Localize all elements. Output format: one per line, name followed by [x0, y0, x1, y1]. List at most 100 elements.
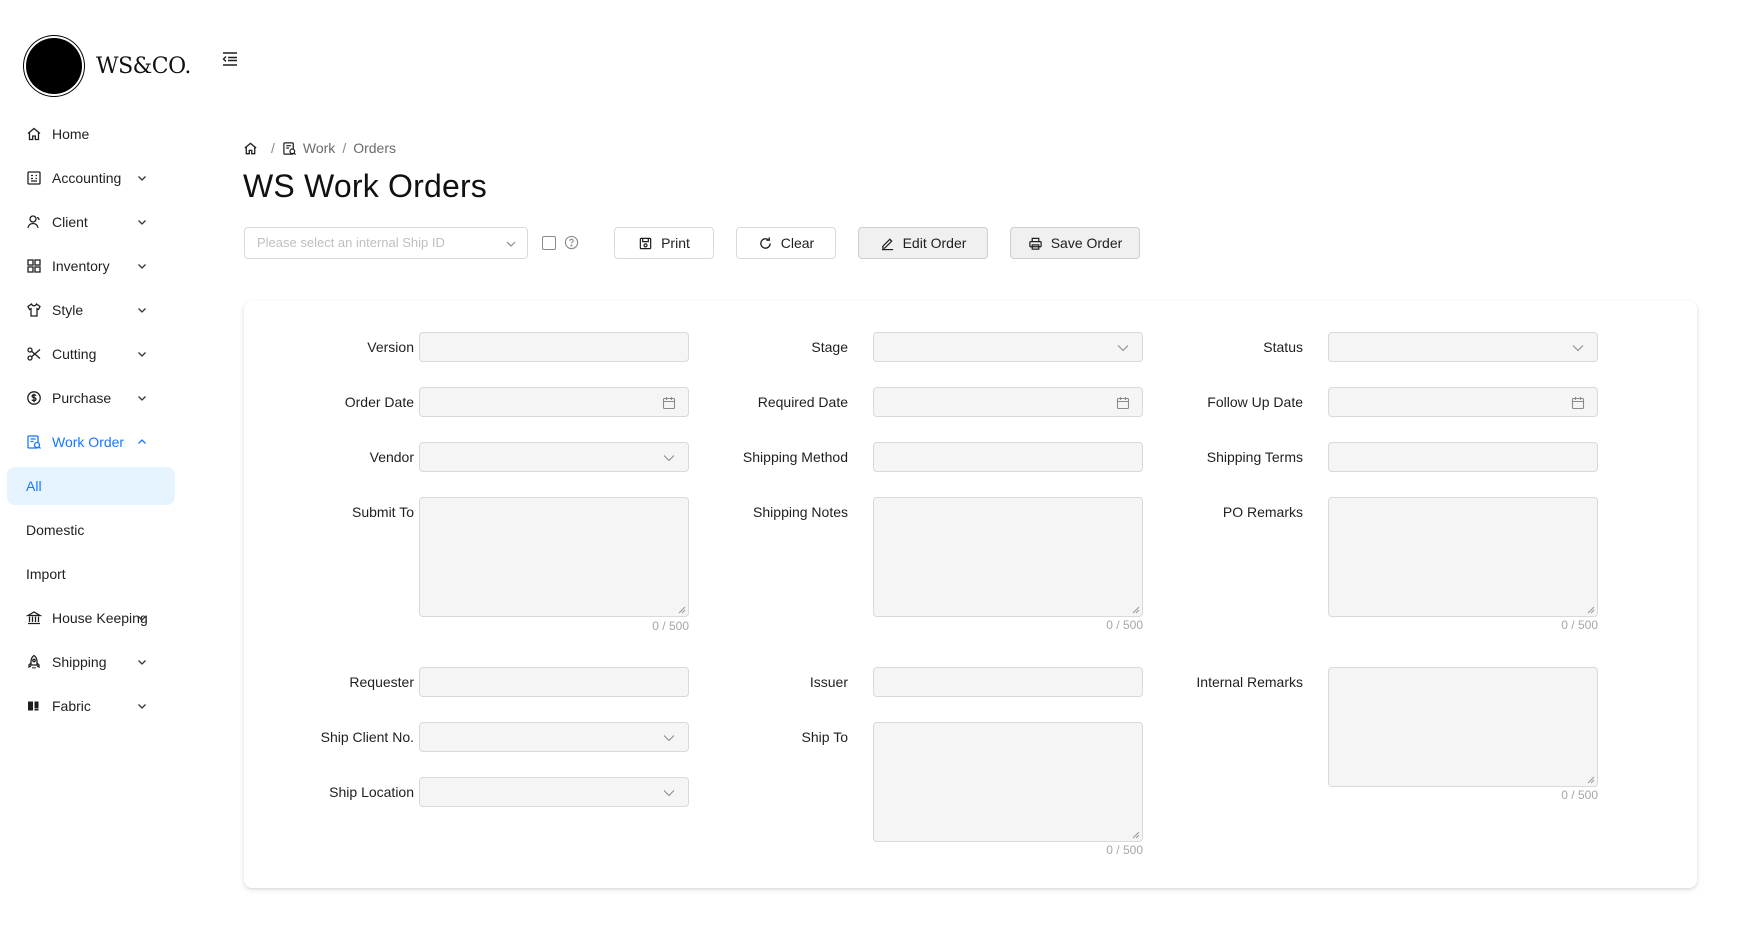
submit-to-counter: 0 / 500	[652, 619, 689, 633]
sidebar-item-label: Client	[52, 214, 88, 230]
sidebar-item-label: Purchase	[52, 390, 112, 406]
sidebar-item-label: House Keeping	[52, 610, 148, 626]
edit-icon	[881, 237, 893, 250]
sidebar-subitem-label: All	[26, 478, 42, 494]
version-label: Version	[367, 339, 414, 355]
sidebar-item-house-keeping[interactable]: House Keeping	[0, 596, 200, 640]
page-title: WS Work Orders	[243, 168, 488, 204]
chevron-down-icon	[1572, 345, 1584, 352]
save-order-button[interactable]: Save Order	[1010, 227, 1140, 259]
chevron-down-icon	[138, 220, 146, 225]
brand-name: WS&CO.	[96, 53, 191, 79]
sidebar-menu: Home Accounting Client Inventory Style C…	[0, 112, 200, 728]
sidebar-subitem-label: Import	[26, 566, 66, 582]
shipping-terms-label: Shipping Terms	[1206, 449, 1303, 465]
refresh-icon	[759, 236, 771, 249]
chevron-down-icon	[138, 308, 146, 313]
resize-grip-icon[interactable]	[1587, 606, 1595, 614]
chevron-down-icon	[138, 352, 146, 357]
clear-label: Clear	[780, 235, 815, 251]
ship-location-label: Ship Location	[329, 784, 414, 800]
resize-grip-icon[interactable]	[678, 606, 686, 614]
app-window: WS&CO. Home Accounting Client Inventory	[0, 0, 1746, 935]
resize-grip-icon[interactable]	[1132, 831, 1140, 839]
submit-to-label: Submit To	[352, 504, 414, 520]
breadcrumb-separator: /	[342, 140, 347, 156]
internal-remarks-textarea[interactable]	[1328, 667, 1598, 787]
po-remarks-textarea[interactable]	[1328, 497, 1598, 617]
breadcrumb-orders: Orders	[353, 140, 396, 156]
dollar-icon	[26, 390, 42, 406]
calendar-icon	[1571, 397, 1585, 410]
sidebar-item-style[interactable]: Style	[0, 288, 200, 332]
ship-to-counter: 0 / 500	[1106, 843, 1143, 857]
scissors-icon	[26, 346, 42, 362]
sidebar-item-work-order[interactable]: Work Order	[0, 420, 200, 464]
chevron-down-icon	[663, 790, 675, 797]
chevron-down-icon	[138, 176, 146, 181]
user-icon	[26, 214, 42, 230]
po-remarks-label: PO Remarks	[1222, 504, 1303, 520]
sidebar-item-label: Inventory	[52, 258, 110, 274]
internal-remarks-label: Internal Remarks	[1196, 674, 1303, 690]
ship-to-label: Ship To	[801, 729, 848, 745]
print-button[interactable]: Print	[614, 227, 714, 259]
sidebar-item-shipping[interactable]: Shipping	[0, 640, 200, 684]
edit-order-button[interactable]: Edit Order	[858, 227, 988, 259]
sidebar-subitem-import[interactable]: Import	[0, 552, 200, 596]
chevron-down-icon	[138, 396, 146, 401]
logo-circle-icon	[26, 38, 82, 94]
brand-logo[interactable]: WS&CO.	[26, 38, 191, 94]
rocket-icon	[26, 654, 42, 670]
resize-grip-icon[interactable]	[1587, 776, 1595, 784]
shipping-method-label: Shipping Method	[742, 449, 848, 465]
sidebar-item-accounting[interactable]: Accounting	[0, 156, 200, 200]
shipping-terms-input[interactable]	[1328, 442, 1598, 472]
sidebar-item-label: Work Order	[52, 434, 125, 450]
vendor-label: Vendor	[369, 449, 414, 465]
status-label: Status	[1263, 339, 1303, 355]
sidebar-subitem-domestic[interactable]: Domestic	[0, 508, 200, 552]
shirt-icon	[26, 302, 42, 318]
stage-label: Stage	[811, 339, 848, 355]
chevron-down-icon	[138, 660, 146, 665]
sidebar-item-label: Home	[52, 126, 90, 142]
requester-label: Requester	[349, 674, 414, 690]
work-order-icon	[26, 434, 42, 450]
save-order-label: Save Order	[1050, 235, 1123, 251]
breadcrumb-home[interactable]	[243, 141, 264, 156]
grid-icon	[26, 258, 42, 274]
sidebar-item-fabric[interactable]: Fabric	[0, 684, 200, 728]
sidebar-subitem-all[interactable]: All	[7, 467, 175, 505]
sidebar-item-home[interactable]: Home	[0, 112, 200, 156]
sidebar-item-label: Fabric	[52, 698, 91, 714]
ship-id-select[interactable]: Please select an internal Ship ID	[244, 227, 528, 259]
ship-to-textarea[interactable]	[873, 722, 1143, 842]
sidebar-item-purchase[interactable]: Purchase	[0, 376, 200, 420]
status-select[interactable]	[1328, 332, 1598, 362]
fabric-icon	[26, 698, 42, 714]
chevron-down-icon	[138, 264, 146, 269]
breadcrumb-work[interactable]: Work	[282, 140, 335, 156]
shipping-notes-label: Shipping Notes	[753, 504, 848, 520]
internal-remarks-counter: 0 / 500	[1561, 788, 1598, 802]
follow-up-date-label: Follow Up Date	[1207, 394, 1303, 410]
sidebar-item-label: Shipping	[52, 654, 107, 670]
print-label: Print	[661, 235, 690, 251]
order-date-label: Order Date	[344, 394, 414, 410]
help-icon[interactable]	[564, 235, 579, 250]
bank-icon	[26, 610, 42, 626]
clear-button[interactable]: Clear	[736, 227, 836, 259]
sidebar-item-client[interactable]: Client	[0, 200, 200, 244]
follow-up-date-picker[interactable]	[1328, 387, 1598, 417]
menu-collapse-icon[interactable]	[221, 50, 239, 68]
ship-location-select[interactable]	[419, 777, 689, 807]
edit-order-label: Edit Order	[902, 235, 967, 251]
sidebar-item-cutting[interactable]: Cutting	[0, 332, 200, 376]
sidebar-item-inventory[interactable]: Inventory	[0, 244, 200, 288]
ship-id-checkbox[interactable]	[542, 236, 556, 250]
chevron-down-icon	[138, 616, 146, 621]
resize-grip-icon[interactable]	[1132, 606, 1140, 614]
breadcrumb-separator: /	[271, 140, 275, 156]
ledger-icon	[26, 170, 42, 186]
